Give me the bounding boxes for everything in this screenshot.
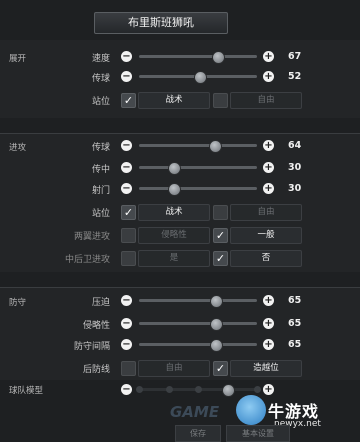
slider-knob[interactable]: [208, 140, 222, 153]
slider-row-defence-pressure: 压迫 − + 65: [0, 292, 360, 310]
stepper-dot[interactable]: [136, 386, 143, 393]
slider-track[interactable]: [139, 55, 257, 58]
checkbox-icon[interactable]: [121, 361, 136, 376]
slider-value: 67: [288, 51, 302, 62]
stepper-dot[interactable]: [165, 386, 173, 393]
checkbox-checked-icon[interactable]: ✓: [213, 361, 228, 376]
increase-button[interactable]: +: [263, 51, 274, 62]
option-row-fullback-attack: 中后卫进攻 是 ✓ 否: [0, 249, 360, 267]
slider-track[interactable]: [139, 166, 257, 169]
checkbox-checked-icon[interactable]: ✓: [213, 251, 228, 266]
option-box: 自由: [138, 360, 210, 377]
slider-knob[interactable]: [209, 318, 223, 331]
stepper-knob[interactable]: [221, 384, 235, 397]
decrease-button[interactable]: −: [121, 295, 132, 306]
option-row-attack-positioning: 站位 ✓ 战术 自由: [0, 203, 360, 221]
decrease-button[interactable]: −: [121, 339, 132, 350]
stepper-dot[interactable]: [254, 386, 261, 393]
checkbox-icon[interactable]: [121, 251, 136, 266]
slider-track[interactable]: [139, 144, 257, 147]
option-box: 战术: [138, 92, 210, 109]
option-label: 站位: [91, 209, 110, 219]
increase-button[interactable]: +: [263, 183, 274, 194]
checkbox-icon[interactable]: [213, 93, 228, 108]
option-box: 侵略性: [138, 227, 210, 244]
option-box: 战术: [138, 204, 210, 221]
option-label: 两翼进攻: [73, 232, 110, 242]
decrease-button[interactable]: −: [121, 162, 132, 173]
reset-button[interactable]: 基本设置: [226, 425, 290, 442]
slider-label: 压迫: [91, 298, 110, 308]
slider-label: 传球: [91, 74, 110, 84]
decrease-button[interactable]: −: [121, 140, 132, 151]
slider-value: 65: [288, 295, 302, 306]
decrease-button[interactable]: −: [121, 318, 132, 329]
increase-button[interactable]: +: [263, 140, 274, 151]
slider-knob[interactable]: [209, 339, 223, 352]
option-label: 中后卫进攻: [64, 255, 110, 265]
slider-knob[interactable]: [212, 51, 226, 64]
checkbox-checked-icon[interactable]: ✓: [213, 228, 228, 243]
slider-knob[interactable]: [194, 71, 208, 84]
slider-row-build-up-speed: 速度 − + 67: [0, 48, 360, 66]
increase-button[interactable]: +: [263, 71, 274, 82]
team-shape-stepper: − +: [0, 381, 360, 399]
slider-row-attack-shooting: 射门 − + 30: [0, 180, 360, 198]
checkbox-checked-icon[interactable]: ✓: [121, 205, 136, 220]
increase-button[interactable]: +: [263, 339, 274, 350]
checkbox-icon[interactable]: [121, 228, 136, 243]
slider-track[interactable]: [139, 322, 257, 325]
decrease-button[interactable]: −: [121, 384, 132, 395]
slider-label: 传球: [91, 143, 110, 153]
slider-value: 65: [288, 318, 302, 329]
watermark-text: GAME: [170, 403, 220, 421]
slider-value: 52: [288, 71, 302, 82]
slider-label: 射门: [91, 186, 110, 196]
slider-value: 30: [288, 162, 302, 173]
slider-row-defence-width: 防守间隔 − + 65: [0, 336, 360, 354]
slider-knob[interactable]: [168, 162, 182, 175]
team-name: 布里斯班狮吼: [128, 16, 194, 29]
slider-row-attack-crossing: 传中 − + 30: [0, 159, 360, 177]
slider-label: 侵略性: [82, 321, 110, 331]
option-box: 自由: [230, 92, 302, 109]
slider-knob[interactable]: [168, 183, 182, 196]
increase-button[interactable]: +: [263, 295, 274, 306]
option-label: 后防线: [82, 365, 110, 375]
slider-label: 防守间隔: [73, 342, 110, 352]
save-button[interactable]: 保存: [175, 425, 221, 442]
decrease-button[interactable]: −: [121, 51, 132, 62]
slider-label: 速度: [91, 54, 110, 64]
title-bar: 布里斯班狮吼: [94, 12, 228, 34]
slider-row-build-up-passing: 传球 − + 52: [0, 68, 360, 86]
option-box: 一般: [230, 227, 302, 244]
slider-label: 传中: [91, 165, 110, 175]
option-box: 自由: [230, 204, 302, 221]
increase-button[interactable]: +: [263, 384, 274, 395]
slider-value: 30: [288, 183, 302, 194]
option-label: 站位: [91, 97, 110, 107]
checkbox-icon[interactable]: [213, 205, 228, 220]
stepper-dot[interactable]: [195, 386, 202, 393]
decrease-button[interactable]: −: [121, 71, 132, 82]
slider-row-defence-aggression: 侵略性 − + 65: [0, 315, 360, 333]
slider-track[interactable]: [139, 299, 257, 302]
slider-knob[interactable]: [209, 295, 223, 308]
checkbox-checked-icon[interactable]: ✓: [121, 93, 136, 108]
option-row-build-up-positioning: 站位 ✓ 战术 自由: [0, 91, 360, 109]
option-box: 是: [138, 250, 210, 267]
slider-value: 65: [288, 339, 302, 350]
decrease-button[interactable]: −: [121, 183, 132, 194]
slider-track[interactable]: [139, 343, 257, 346]
option-row-defence-line: 后防线 自由 ✓ 造越位: [0, 359, 360, 377]
increase-button[interactable]: +: [263, 162, 274, 173]
increase-button[interactable]: +: [263, 318, 274, 329]
watermark-logo-icon: [236, 395, 266, 425]
slider-value: 64: [288, 140, 302, 151]
slider-row-attack-passing: 传球 − + 64: [0, 137, 360, 155]
option-box: 否: [230, 250, 302, 267]
option-box: 造越位: [230, 360, 302, 377]
slider-track[interactable]: [139, 187, 257, 190]
option-row-wing-attack: 两翼进攻 侵略性 ✓ 一般: [0, 226, 360, 244]
